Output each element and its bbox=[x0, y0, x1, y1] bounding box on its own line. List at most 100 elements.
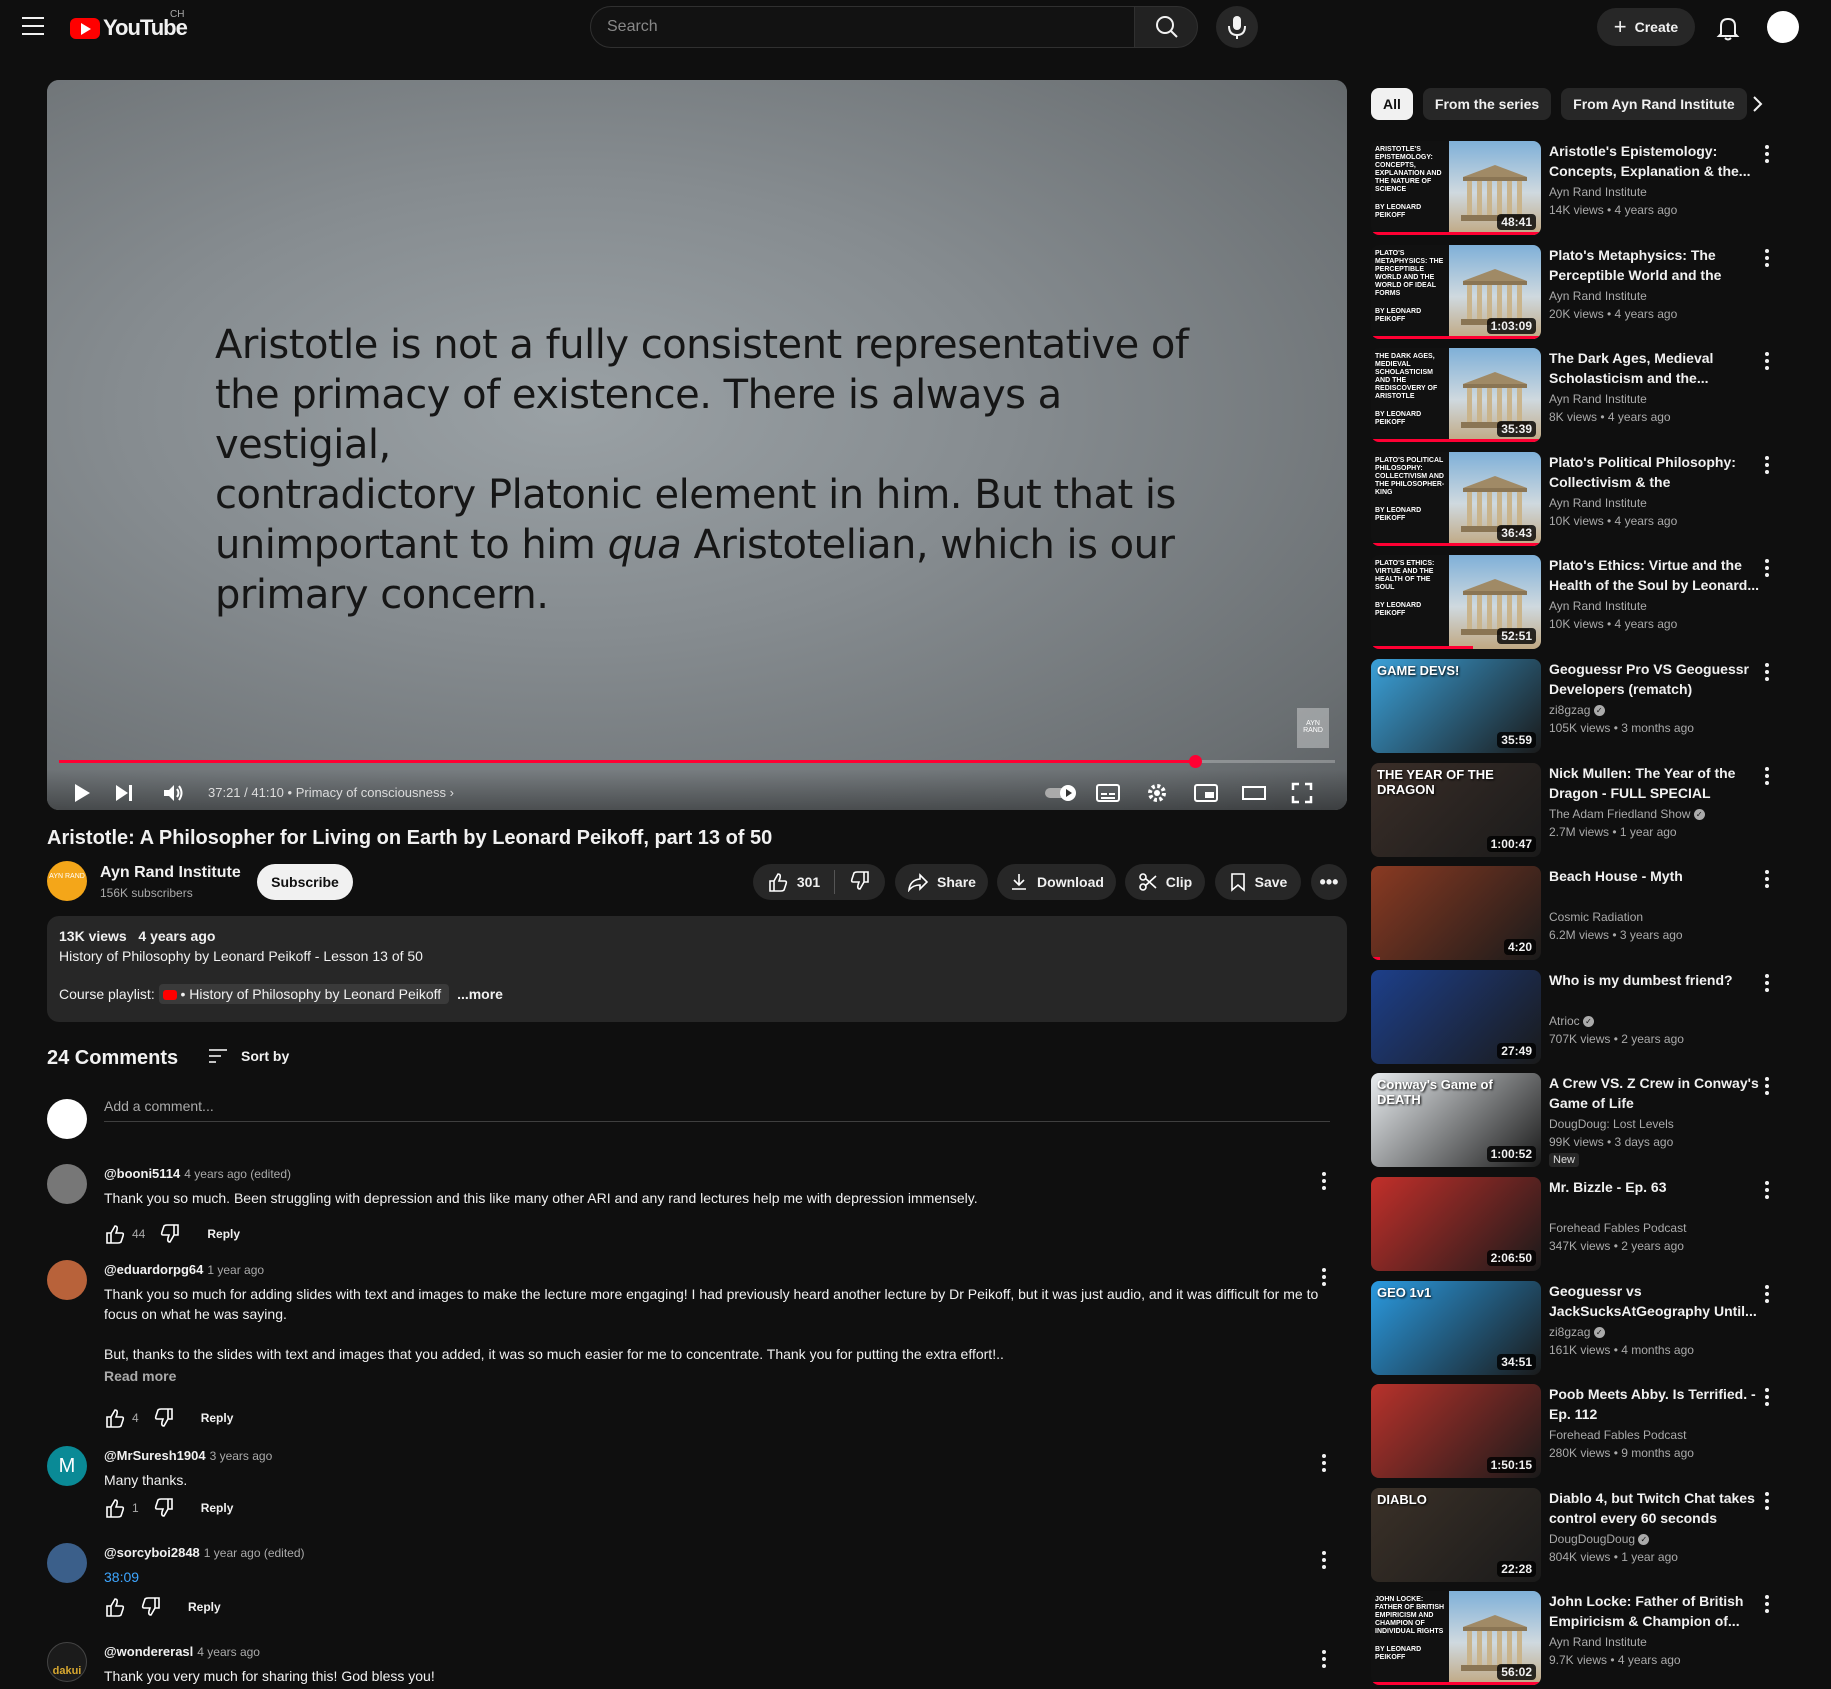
comment-age[interactable]: 1 year ago (edited) bbox=[204, 1546, 305, 1560]
thumbs-up-icon[interactable] bbox=[104, 1596, 126, 1618]
recommended-channel[interactable]: Cosmic Radiation bbox=[1549, 910, 1643, 924]
subtitles-button[interactable] bbox=[1094, 780, 1122, 806]
recommended-title[interactable]: A Crew VS. Z Crew in Conway's Game of Li… bbox=[1549, 1073, 1759, 1113]
video-thumbnail[interactable]: DIABLO 22:28 bbox=[1371, 1487, 1541, 1582]
comment-age[interactable]: 3 years ago bbox=[210, 1449, 273, 1463]
video-menu-icon[interactable] bbox=[1765, 766, 1769, 785]
recommended-channel[interactable]: The Adam Friedland Show ✓ bbox=[1549, 807, 1705, 821]
chapter-title[interactable]: Primacy of consciousness bbox=[296, 785, 446, 800]
video-thumbnail[interactable]: GAME DEVS! 35:59 bbox=[1371, 659, 1541, 753]
recommended-channel[interactable]: Ayn Rand Institute bbox=[1549, 496, 1647, 510]
recommended-title[interactable]: The Dark Ages, Medieval Scholasticism an… bbox=[1549, 348, 1759, 388]
comment-menu-icon[interactable] bbox=[1322, 1650, 1326, 1668]
recommended-channel[interactable]: zi8gzag ✓ bbox=[1549, 1325, 1605, 1339]
video-menu-icon[interactable] bbox=[1765, 1077, 1769, 1096]
video-menu-icon[interactable] bbox=[1765, 870, 1769, 889]
recommended-channel[interactable]: Ayn Rand Institute bbox=[1549, 289, 1647, 303]
recommended-video[interactable]: 2:06:50 Mr. Bizzle - Ep. 63 Forehead Fable… bbox=[1371, 1177, 1811, 1272]
chip-from-channel[interactable]: From Ayn Rand Institute bbox=[1561, 88, 1747, 120]
reply-button[interactable]: Reply bbox=[188, 1600, 221, 1614]
comment-author[interactable]: @eduardorpg64 bbox=[104, 1262, 203, 1277]
recommended-video[interactable]: THE YEAR OF THE DRAGON 1:00:47 Nick Mullen… bbox=[1371, 762, 1811, 858]
commenter-avatar[interactable]: M bbox=[47, 1446, 87, 1486]
video-thumbnail[interactable]: 2:06:50 bbox=[1371, 1177, 1541, 1271]
thumbs-down-icon[interactable] bbox=[159, 1223, 181, 1245]
video-menu-icon[interactable] bbox=[1765, 145, 1769, 163]
commenter-avatar[interactable]: dakui bbox=[47, 1642, 87, 1682]
comment-author[interactable]: @wondererasl bbox=[104, 1644, 193, 1659]
video-thumbnail[interactable]: PLATO'S ETHICS: VIRTUE AND THE HEALTH OF… bbox=[1371, 555, 1541, 650]
recommended-channel[interactable]: Ayn Rand Institute bbox=[1549, 185, 1647, 199]
video-thumbnail[interactable]: THE DARK AGES, MEDIEVAL SCHOLASTICISM AN… bbox=[1371, 348, 1541, 443]
video-thumbnail[interactable]: 4:20 bbox=[1371, 866, 1541, 961]
video-player[interactable]: Aristotle is not a fully consistent repr… bbox=[47, 80, 1347, 810]
add-comment-input[interactable]: Add a comment... bbox=[104, 1098, 1330, 1122]
video-menu-icon[interactable] bbox=[1765, 559, 1769, 578]
search-button[interactable] bbox=[1134, 6, 1198, 48]
create-button[interactable]: + Create bbox=[1597, 8, 1695, 46]
comment-age[interactable]: 1 year ago bbox=[207, 1263, 264, 1277]
volume-button[interactable] bbox=[161, 780, 187, 806]
recommended-title[interactable]: Who is my dumbest friend? bbox=[1549, 970, 1759, 990]
recommended-channel[interactable]: Ayn Rand Institute bbox=[1549, 1635, 1647, 1649]
recommended-title[interactable]: Nick Mullen: The Year of the Dragon - FU… bbox=[1549, 763, 1759, 803]
video-thumbnail[interactable]: 1:50:15 bbox=[1371, 1384, 1541, 1479]
recommended-title[interactable]: Diablo 4, but Twitch Chat takes control … bbox=[1549, 1488, 1759, 1528]
video-thumbnail[interactable]: PLATO'S POLITICAL PHILOSOPHY: COLLECTIVI… bbox=[1371, 451, 1541, 546]
recommended-video[interactable]: ARISTOTLE'S EPISTEMOLOGY: CONCEPTS, EXPL… bbox=[1371, 141, 1811, 236]
recommended-title[interactable]: John Locke: Father of British Empiricism… bbox=[1549, 1591, 1759, 1631]
chips-next-button[interactable] bbox=[1745, 92, 1769, 116]
video-menu-icon[interactable] bbox=[1765, 352, 1769, 371]
comment-age[interactable]: 4 years ago bbox=[197, 1645, 260, 1659]
comment-author[interactable]: @sorcyboi2848 bbox=[104, 1545, 200, 1560]
comment-author[interactable]: @booni5114 bbox=[104, 1166, 180, 1181]
recommended-video[interactable]: DIABLO 22:28 Diablo 4, but Twitch Chat tak… bbox=[1371, 1487, 1811, 1583]
video-thumbnail[interactable]: THE YEAR OF THE DRAGON 1:00:47 bbox=[1371, 762, 1541, 857]
sort-comments-button[interactable]: Sort by bbox=[207, 1047, 289, 1065]
chip-all[interactable]: All bbox=[1371, 88, 1413, 120]
comment-menu-icon[interactable] bbox=[1322, 1172, 1326, 1190]
comment-menu-icon[interactable] bbox=[1322, 1454, 1326, 1472]
search-input[interactable] bbox=[591, 7, 1134, 47]
recommended-title[interactable]: Aristotle's Epistemology: Concepts, Expl… bbox=[1549, 141, 1759, 181]
menu-icon[interactable] bbox=[22, 17, 44, 35]
comment-menu-icon[interactable] bbox=[1322, 1268, 1326, 1286]
comment-author[interactable]: @MrSuresh1904 bbox=[104, 1448, 206, 1463]
notifications-button[interactable] bbox=[1708, 8, 1748, 48]
fullscreen-button[interactable] bbox=[1290, 780, 1314, 806]
recommended-title[interactable]: Geoguessr Pro VS Geoguessr Developers (r… bbox=[1549, 659, 1759, 699]
channel-avatar[interactable]: AYN RAND bbox=[47, 861, 87, 901]
settings-button[interactable] bbox=[1144, 780, 1170, 806]
reply-button[interactable]: Reply bbox=[207, 1227, 240, 1241]
theater-mode-button[interactable] bbox=[1240, 780, 1268, 806]
recommended-channel[interactable]: Forehead Fables Podcast bbox=[1549, 1428, 1686, 1442]
show-more-link[interactable]: ...more bbox=[457, 986, 503, 1002]
recommended-video[interactable]: PLATO'S ETHICS: VIRTUE AND THE HEALTH OF… bbox=[1371, 555, 1811, 650]
comment-age[interactable]: 4 years ago (edited) bbox=[184, 1167, 291, 1181]
video-menu-icon[interactable] bbox=[1765, 248, 1769, 267]
recommended-video[interactable]: 27:49 Who is my dumbest friend? Atrioc ✓ 70… bbox=[1371, 969, 1811, 1065]
share-button[interactable]: Share bbox=[895, 864, 988, 900]
recommended-channel[interactable]: Ayn Rand Institute bbox=[1549, 392, 1647, 406]
miniplayer-button[interactable] bbox=[1192, 780, 1220, 806]
video-menu-icon[interactable] bbox=[1765, 1388, 1769, 1407]
reply-button[interactable]: Reply bbox=[201, 1411, 234, 1425]
description-box[interactable]: 13K views 4 years ago History of Philoso… bbox=[47, 916, 1347, 1022]
recommended-video[interactable]: PLATO'S POLITICAL PHILOSOPHY: COLLECTIVI… bbox=[1371, 451, 1811, 547]
recommended-video[interactable]: 4:20 Beach House - Myth Cosmic Radiation 6.… bbox=[1371, 866, 1811, 961]
recommended-video[interactable]: GEO 1v1 34:51 Geoguessr vs JackSucksAtGeog… bbox=[1371, 1280, 1811, 1376]
recommended-channel[interactable]: DougDoug: Lost Levels bbox=[1549, 1117, 1674, 1131]
recommended-title[interactable]: Mr. Bizzle - Ep. 63 bbox=[1549, 1177, 1759, 1197]
account-avatar[interactable] bbox=[1767, 11, 1799, 43]
timestamp-link[interactable]: 38:09 bbox=[104, 1567, 1354, 1587]
thumbs-down-icon[interactable] bbox=[153, 1407, 175, 1429]
thumbs-down-icon[interactable] bbox=[153, 1497, 175, 1519]
thumbs-down-icon[interactable] bbox=[140, 1596, 162, 1618]
subscribe-button[interactable]: Subscribe bbox=[257, 864, 353, 900]
chip-from-series[interactable]: From the series bbox=[1422, 88, 1552, 120]
video-thumbnail[interactable]: PLATO'S METAPHYSICS: THE PERCEPTIBLE WOR… bbox=[1371, 244, 1541, 339]
recommended-title[interactable]: Plato's Political Philosophy: Collectivi… bbox=[1549, 452, 1759, 492]
recommended-title[interactable]: Geoguessr vs JackSucksAtGeography Until.… bbox=[1549, 1281, 1759, 1321]
commenter-avatar[interactable] bbox=[47, 1260, 87, 1300]
recommended-video[interactable]: Conway's Game of DEATH 1:00:52 A Crew VS. … bbox=[1371, 1073, 1811, 1168]
